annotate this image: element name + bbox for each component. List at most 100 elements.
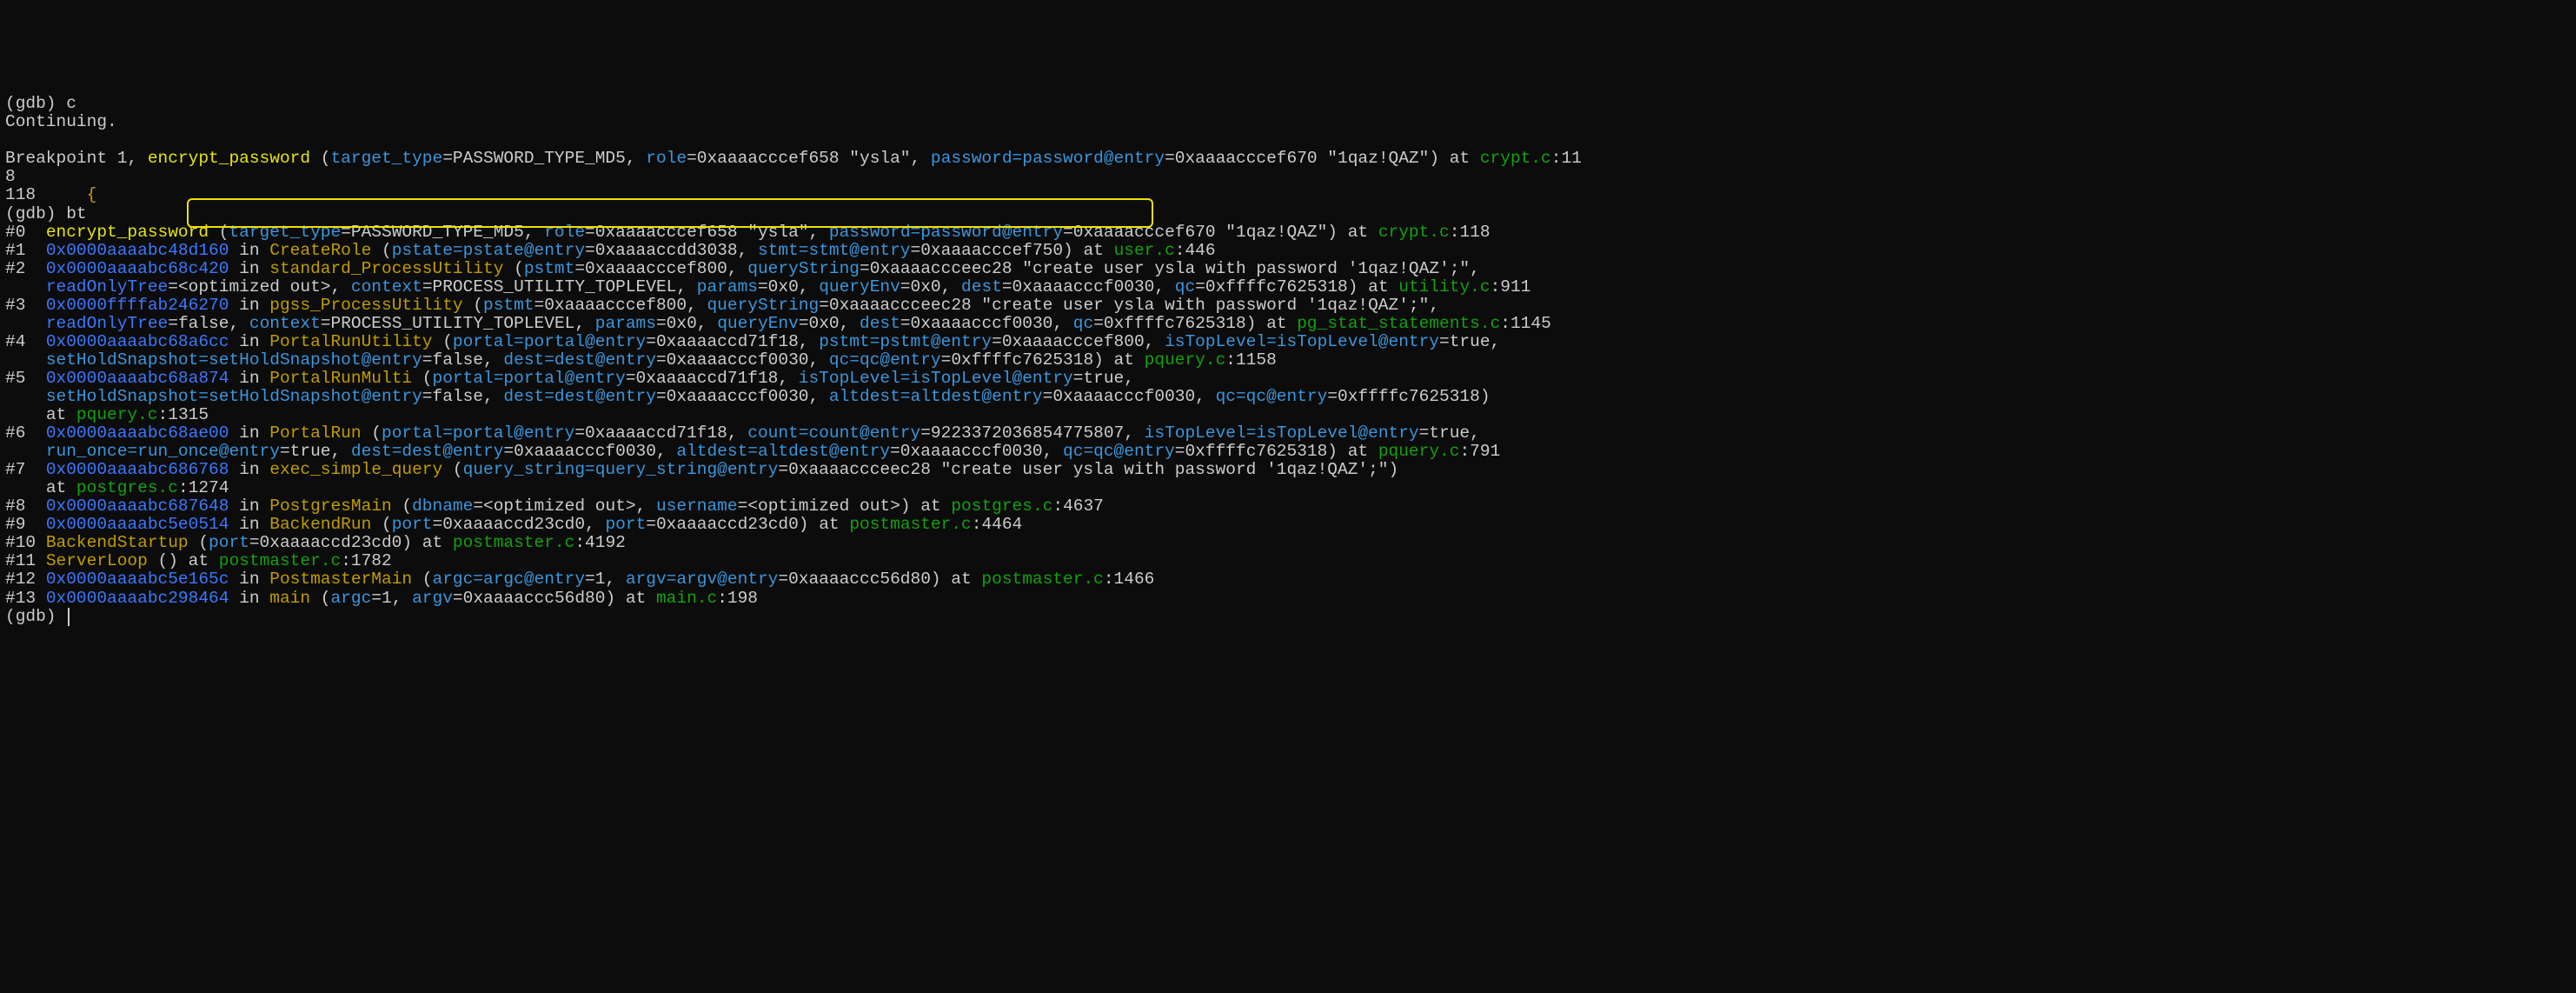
param: dest	[860, 314, 900, 333]
param: password=password@entry	[829, 223, 1063, 242]
param: run_once=run_once@entry	[46, 442, 280, 461]
param: qc=qc@entry	[829, 350, 941, 370]
param: role	[544, 223, 585, 242]
address: 0x0000aaaabc687648	[46, 497, 229, 516]
frame-num: #0	[5, 223, 46, 242]
stack-function: PostmasterMain	[269, 570, 412, 589]
address: 0x0000aaaabc68a874	[46, 369, 229, 388]
param: qc	[1073, 314, 1093, 333]
frame-num: #3	[5, 296, 46, 315]
address: 0x0000aaaabc5e165c	[46, 570, 229, 589]
param: pstmt	[483, 296, 534, 315]
frame-num: #4	[5, 332, 46, 351]
param: portal=portal@entry	[433, 369, 626, 388]
file: utility.c	[1398, 277, 1490, 297]
continuing-line: Continuing.	[5, 112, 117, 131]
stack-function: PortalRun	[269, 423, 361, 443]
stack-function: main	[269, 589, 310, 608]
param: query_string=query_string@entry	[463, 460, 779, 479]
param: qc=qc@entry	[1063, 442, 1175, 461]
frame-num: #2	[5, 259, 46, 278]
gdb-prompt: (gdb)	[5, 204, 56, 223]
file: postmaster.c	[453, 533, 574, 552]
param: isTopLevel=isTopLevel@entry	[1145, 423, 1419, 443]
file: postmaster.c	[981, 570, 1103, 589]
frame-num: #7	[5, 460, 46, 479]
param: queryString	[707, 296, 819, 315]
address: 0x0000aaaabc68ae00	[46, 423, 229, 443]
frame-num: #1	[5, 241, 46, 260]
param: pstate=pstate@entry	[392, 241, 585, 260]
param: port	[209, 533, 249, 552]
file: pquery.c	[1378, 442, 1460, 461]
param: argv	[412, 589, 453, 608]
gdb-prompt: (gdb)	[5, 607, 56, 626]
param: readOnlyTree	[46, 277, 168, 297]
param: portal=portal@entry	[382, 423, 574, 443]
terminal-output: (gdb) c Continuing. Breakpoint 1, encryp…	[5, 95, 2571, 625]
address: 0x0000aaaabc298464	[46, 589, 229, 608]
file: main.c	[656, 589, 717, 608]
src-brace: {	[87, 185, 97, 204]
param: altdest=altdest@entry	[676, 442, 890, 461]
param: queryString	[747, 259, 860, 278]
param: setHoldSnapshot=setHoldSnapshot@entry	[46, 387, 422, 406]
stack-function: PostgresMain	[269, 497, 391, 516]
param: queryEnv	[717, 314, 799, 333]
param: pstmt	[524, 259, 575, 278]
frame-num: #11	[5, 551, 46, 570]
stack-function: PortalRunMulti	[269, 369, 412, 388]
param: argv=argv@entry	[626, 570, 779, 589]
param: argc=argc@entry	[433, 570, 586, 589]
file: crypt.c	[1378, 223, 1450, 242]
frame-num: #8	[5, 497, 46, 516]
src-line-num: 118	[5, 185, 36, 204]
stack-function: BackendRun	[269, 515, 371, 534]
stack-function: standard_ProcessUtility	[269, 259, 503, 278]
frame-num: #13	[5, 589, 46, 608]
bp-function: encrypt_password	[148, 149, 310, 168]
param: port	[605, 515, 646, 534]
stack-function: CreateRole	[269, 241, 371, 260]
param: argc	[330, 589, 371, 608]
param: qc	[1175, 277, 1195, 297]
param: count=count@entry	[747, 423, 920, 443]
file: postgres.c	[951, 497, 1052, 516]
file: postgres.c	[76, 478, 178, 497]
file: pquery.c	[1145, 350, 1226, 370]
address: 0x0000aaaabc68c420	[46, 259, 229, 278]
param: dest	[961, 277, 1002, 297]
param: username	[656, 497, 738, 516]
param: pstmt=pstmt@entry	[819, 332, 992, 351]
stack-function: PortalRunUtility	[269, 332, 432, 351]
param: altdest=altdest@entry	[829, 387, 1043, 406]
bp-param: target_type	[330, 149, 442, 168]
param: isTopLevel=isTopLevel@entry	[799, 369, 1073, 388]
bp-param: password=password@entry	[931, 149, 1165, 168]
param: qc=qc@entry	[1216, 387, 1328, 406]
param: params	[595, 314, 656, 333]
param: dbname	[412, 497, 473, 516]
param: context	[249, 314, 321, 333]
param: portal=portal@entry	[453, 332, 646, 351]
stack-function: BackendStartup	[46, 533, 189, 552]
bp-file: crypt.c	[1480, 149, 1551, 168]
param: params	[697, 277, 758, 297]
param: target_type	[229, 223, 341, 242]
file: postmaster.c	[849, 515, 971, 534]
gdb-terminal[interactable]: (gdb) c Continuing. Breakpoint 1, encryp…	[5, 77, 2571, 681]
address: 0x0000aaaabc686768	[46, 460, 229, 479]
cursor[interactable]	[68, 608, 70, 625]
file: pg_stat_statements.c	[1297, 314, 1500, 333]
file: pquery.c	[76, 405, 158, 424]
address: 0x0000aaaabc68a6cc	[46, 332, 229, 351]
param: setHoldSnapshot=setHoldSnapshot@entry	[46, 350, 422, 370]
bp-param: role	[646, 149, 687, 168]
address: 0x0000ffffab246270	[46, 296, 229, 315]
param: context	[351, 277, 422, 297]
stack-function: pgss_ProcessUtility	[269, 296, 462, 315]
param: queryEnv	[819, 277, 900, 297]
frame-num: #10	[5, 533, 46, 552]
address: 0x0000aaaabc5e0514	[46, 515, 229, 534]
stack-function: ServerLoop	[46, 551, 148, 570]
